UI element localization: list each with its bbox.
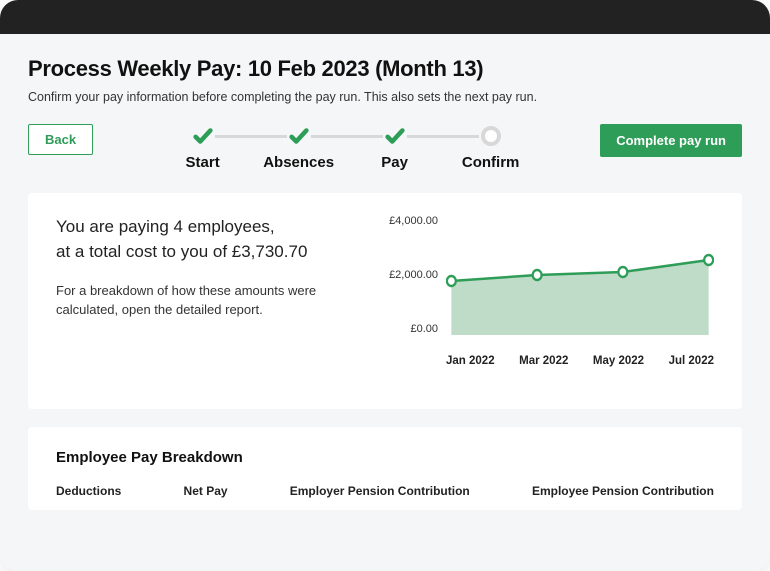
- progress-stepper: Start Absences Pay: [155, 124, 539, 171]
- complete-pay-run-button[interactable]: Complete pay run: [600, 124, 742, 157]
- breakdown-card: Employee Pay Breakdown Deductions Net Pa…: [28, 427, 742, 510]
- pending-icon: [479, 124, 503, 148]
- column-header: Deductions: [56, 484, 121, 500]
- x-tick: May 2022: [593, 355, 644, 367]
- y-tick: £4,000.00: [380, 215, 438, 227]
- y-tick: £2,000.00: [380, 269, 438, 281]
- page-subtitle: Confirm your pay information before comp…: [28, 90, 742, 104]
- breakdown-title: Employee Pay Breakdown: [56, 449, 714, 466]
- x-tick: Mar 2022: [519, 355, 568, 367]
- step-label: Confirm: [462, 154, 520, 171]
- x-tick: Jan 2022: [446, 355, 495, 367]
- step-confirm: Confirm: [443, 124, 539, 171]
- y-tick: £0.00: [380, 323, 438, 335]
- back-button[interactable]: Back: [28, 124, 93, 155]
- check-icon: [287, 124, 311, 148]
- cost-trend-chart: £4,000.00 £2,000.00 £0.00 Jan 2022 Mar 2…: [380, 215, 714, 385]
- summary-line-1: You are paying 4 employees,: [56, 215, 356, 240]
- step-pay: Pay: [347, 124, 443, 171]
- step-label: Pay: [381, 154, 408, 171]
- check-icon: [191, 124, 215, 148]
- page-title: Process Weekly Pay: 10 Feb 2023 (Month 1…: [28, 56, 742, 82]
- step-start: Start: [155, 124, 251, 171]
- x-tick: Jul 2022: [669, 355, 714, 367]
- check-icon: [383, 124, 407, 148]
- summary-line-2: at a total cost to you of £3,730.70: [56, 240, 356, 265]
- step-label: Start: [186, 154, 220, 171]
- summary-card: You are paying 4 employees, at a total c…: [28, 193, 742, 409]
- column-header: Net Pay: [184, 484, 228, 500]
- column-header: Employee Pension Contribution: [532, 484, 714, 500]
- step-label: Absences: [263, 154, 334, 171]
- summary-detail: For a breakdown of how these amounts wer…: [56, 282, 356, 320]
- column-header: Employer Pension Contribution: [290, 484, 470, 500]
- window-titlebar: [0, 0, 770, 34]
- step-absences: Absences: [251, 124, 347, 171]
